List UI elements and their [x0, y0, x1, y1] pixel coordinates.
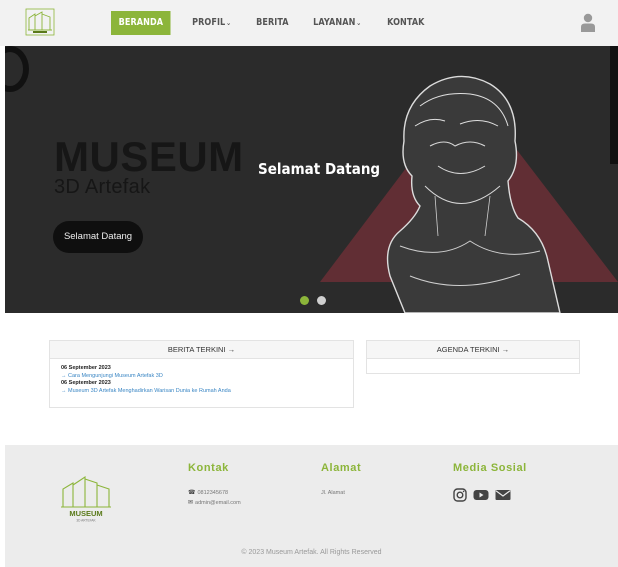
copyright-text: © 2023 Museum Artefak. All Rights Reserv… — [241, 549, 382, 556]
agenda-card: AGENDA TERKINI → — [366, 340, 580, 374]
news-date: 06 September 2023 — [61, 365, 111, 371]
phone-line: ☎ 0812345678 — [188, 489, 241, 497]
news-header[interactable]: BERITA TERKINI → — [50, 341, 353, 359]
kontak-title: Kontak — [188, 462, 229, 474]
mail-icon[interactable] — [495, 488, 511, 502]
chevron-down-icon: ⌄ — [226, 19, 232, 27]
sosial-title: Media Sosial — [453, 462, 527, 474]
museum-logo-icon[interactable] — [25, 8, 55, 36]
svg-text:MUSEUM: MUSEUM — [69, 509, 102, 518]
decorative-ring — [5, 46, 29, 92]
nav-beranda[interactable]: BERANDA — [111, 11, 171, 35]
mail-icon: ✉ — [188, 500, 194, 506]
museum-logo-icon: MUSEUM 3D ARTEFAK — [61, 475, 111, 523]
news-link[interactable]: → Cara Mengunjungi Museum Artefak 3D — [61, 372, 342, 380]
carousel-indicators — [300, 296, 334, 305]
footer-sosial: Media Sosial — [453, 462, 527, 502]
nav-kontak[interactable]: KONTAK — [382, 11, 430, 35]
bust-illustration — [320, 75, 618, 313]
carousel-dot-2[interactable] — [317, 296, 326, 305]
agenda-header[interactable]: AGENDA TERKINI → — [367, 341, 579, 359]
nav-profil[interactable]: PROFIL⌄ — [187, 11, 236, 35]
email-address: admin@email.com — [195, 500, 241, 506]
nav-layanan[interactable]: LAYANAN⌄ — [308, 11, 366, 35]
main-nav: BERANDA PROFIL⌄ BERITA LAYANAN⌄ KONTAK — [111, 11, 444, 35]
hero-carousel[interactable]: MUSEUM 3D Artefak Selamat Datang Selamat… — [5, 46, 618, 313]
instagram-icon[interactable] — [453, 488, 467, 502]
hero-title: MUSEUM — [54, 133, 244, 180]
hero-button[interactable]: Selamat Datang — [53, 221, 143, 253]
nav-berita[interactable]: BERITA — [251, 11, 294, 35]
news-card: BERITA TERKINI → 06 September 2023 → Car… — [49, 340, 354, 408]
alamat-title: Alamat — [321, 462, 362, 474]
address-line: Jl. Alamat — [321, 490, 345, 496]
decorative-bar — [610, 46, 618, 164]
email-line: ✉ admin@email.com — [188, 499, 241, 507]
phone-number: 0812345678 — [197, 490, 229, 496]
youtube-icon[interactable] — [473, 488, 489, 502]
footer-kontak: Kontak ☎ 0812345678 ✉ admin@email.com — [188, 462, 241, 507]
chevron-down-icon: ⌄ — [355, 19, 361, 27]
news-list: 06 September 2023 → Cara Mengunjungi Mus… — [50, 359, 353, 401]
hero-caption: Selamat Datang — [258, 160, 381, 178]
carousel-dot-1[interactable] — [300, 296, 309, 305]
footer-alamat: Alamat Jl. Alamat — [321, 462, 361, 497]
footer: MUSEUM 3D ARTEFAK Kontak ☎ 0812345678 ✉ ad… — [5, 445, 618, 567]
hero-subtitle: 3D Artefak — [54, 176, 151, 198]
social-icons — [453, 488, 527, 502]
news-link[interactable]: → Museum 3D Artefak Menghadirkan Warisan… — [61, 387, 342, 395]
phone-icon: ☎ — [188, 490, 196, 496]
svg-text:3D ARTEFAK: 3D ARTEFAK — [76, 519, 96, 523]
news-date: 06 September 2023 — [61, 380, 111, 386]
user-icon[interactable] — [580, 13, 596, 33]
navbar: BERANDA PROFIL⌄ BERITA LAYANAN⌄ KONTAK — [0, 0, 618, 46]
